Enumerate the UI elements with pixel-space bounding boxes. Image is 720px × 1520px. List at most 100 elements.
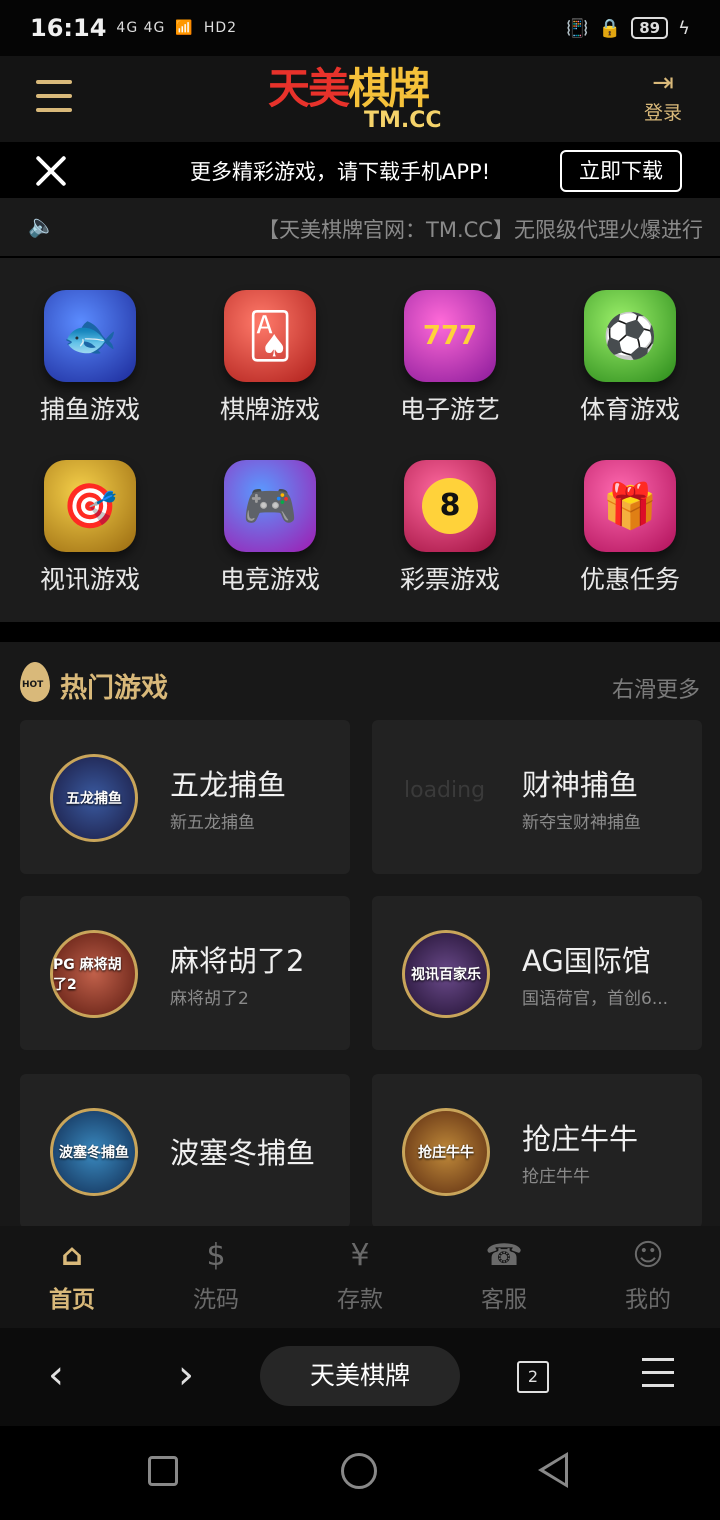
billiard-8-icon: 8: [404, 460, 496, 552]
soccer-icon: ⚽: [584, 290, 676, 382]
hot-flame-icon: HOT: [20, 662, 50, 702]
user-icon: ☺: [632, 1238, 664, 1273]
logo-domain: TM.CC: [364, 108, 442, 133]
game-thumbnail: 五龙捕鱼: [50, 754, 138, 842]
game-name: 麻将胡了2: [170, 944, 305, 978]
app-logo: 天美棋牌 TM.CC: [268, 66, 448, 134]
game-card[interactable]: 视讯百家乐 AG国际馆 国语荷官，首创6...: [372, 896, 702, 1050]
tab-profile[interactable]: ☺ 我的: [576, 1226, 720, 1328]
category-lottery[interactable]: 8 彩票游戏: [360, 428, 540, 594]
swipe-more-link[interactable]: 右滑更多: [612, 672, 700, 704]
lock-rotation-icon: 🔒: [598, 17, 622, 39]
game-thumbnail: 波塞冬捕鱼: [50, 1108, 138, 1196]
roulette-icon: 🎯: [44, 460, 136, 552]
game-card[interactable]: 波塞冬捕鱼 波塞冬捕鱼: [20, 1074, 350, 1228]
tab-label: 首页: [49, 1287, 95, 1313]
category-sports[interactable]: ⚽ 体育游戏: [540, 258, 720, 424]
tab-rebate[interactable]: $ 洗码: [144, 1226, 288, 1328]
tab-label: 存款: [337, 1287, 383, 1313]
announcement-marquee[interactable]: 🔈 【天美棋牌官网：TM.CC】无限级代理火爆进行: [0, 198, 720, 256]
dollar-circle-icon: $: [206, 1238, 226, 1273]
status-time: 16:14: [30, 14, 107, 42]
hd-indicator: HD2: [203, 20, 238, 36]
login-button[interactable]: ⇥ 登录: [638, 68, 688, 125]
tab-support[interactable]: ☎ 客服: [432, 1226, 576, 1328]
browser-menu-icon[interactable]: [642, 1358, 674, 1392]
category-label: 彩票游戏: [399, 565, 500, 594]
category-label: 电竞游戏: [219, 565, 320, 594]
home-circle-icon[interactable]: [341, 1453, 377, 1489]
download-button[interactable]: 立即下载: [560, 150, 682, 192]
game-subtitle: 新夺宝财神捕鱼: [522, 813, 641, 833]
banner-message: 更多精彩游戏，请下载手机APP!: [190, 160, 491, 184]
game-subtitle: 新五龙捕鱼: [170, 813, 255, 833]
tab-deposit[interactable]: ¥ 存款: [288, 1226, 432, 1328]
deposit-icon: ¥: [350, 1238, 370, 1273]
browser-toolbar: ‹ › 天美棋牌 2: [0, 1328, 720, 1426]
gift-icon: 🎁: [584, 460, 676, 552]
wifi-icon: 📶: [175, 20, 194, 36]
bottom-tab-bar: ⌂ 首页 $ 洗码 ¥ 存款 ☎ 客服 ☺ 我的: [0, 1226, 720, 1328]
tab-label: 客服: [481, 1287, 527, 1313]
status-bar: 16:14 4G 4G 📶 HD2 📳 🔒 89 ϟ: [0, 0, 720, 56]
network-indicator: 4G 4G: [116, 20, 166, 36]
system-navigation-bar: [0, 1426, 720, 1520]
charging-icon: ϟ: [678, 17, 690, 39]
category-esports[interactable]: 🎮 电竞游戏: [180, 428, 360, 594]
recents-icon[interactable]: [148, 1456, 178, 1486]
game-card[interactable]: loading 财神捕鱼 新夺宝财神捕鱼: [372, 720, 702, 874]
back-arrow-icon[interactable]: ‹: [48, 1350, 64, 1400]
forward-arrow-icon[interactable]: ›: [178, 1350, 194, 1400]
category-label: 体育游戏: [579, 395, 680, 424]
fish-icon: 🐟: [44, 290, 136, 382]
category-fishing[interactable]: 🐟 捕鱼游戏: [0, 258, 180, 424]
tab-label: 洗码: [193, 1287, 239, 1313]
logo-text-1: 天美: [268, 64, 350, 113]
category-label: 捕鱼游戏: [39, 395, 140, 424]
close-icon[interactable]: [34, 154, 68, 188]
hot-games-section: HOT 热门游戏 右滑更多 五龙捕鱼 五龙捕鱼 新五龙捕鱼 loading 财神…: [0, 642, 720, 1228]
game-name: 五龙捕鱼: [170, 768, 287, 802]
system-back-icon[interactable]: [538, 1452, 568, 1488]
cards-icon: 🂡: [224, 290, 316, 382]
game-name: 抢庄牛牛: [522, 1122, 639, 1156]
category-live[interactable]: 🎯 视讯游戏: [0, 428, 180, 594]
battery-level: 89: [631, 17, 669, 39]
game-subtitle: 抢庄牛牛: [522, 1167, 590, 1187]
game-thumbnail: 抢庄牛牛: [402, 1108, 490, 1196]
category-cards[interactable]: 🂡 棋牌游戏: [180, 258, 360, 424]
hot-games-header: HOT 热门游戏 右滑更多: [20, 662, 700, 712]
category-label: 棋牌游戏: [219, 395, 320, 424]
game-subtitle: 麻将胡了2: [170, 989, 249, 1009]
game-thumbnail: 视讯百家乐: [402, 930, 490, 1018]
category-promo[interactable]: 🎁 优惠任务: [540, 428, 720, 594]
hot-games-title: 热门游戏: [60, 673, 168, 704]
login-icon: ⇥: [652, 68, 674, 98]
logo-text-2: 棋牌: [348, 64, 430, 113]
vibrate-icon: 📳: [566, 17, 589, 39]
slot-icon: 777: [404, 290, 496, 382]
game-card[interactable]: 五龙捕鱼 五龙捕鱼 新五龙捕鱼: [20, 720, 350, 874]
hamburger-menu-icon[interactable]: [36, 80, 72, 114]
support-icon: ☎: [485, 1238, 523, 1273]
game-name: AG国际馆: [522, 944, 651, 978]
game-subtitle: 国语荷官，首创6...: [522, 989, 669, 1009]
game-card[interactable]: PG 麻将胡了2 麻将胡了2 麻将胡了2: [20, 896, 350, 1050]
browser-title-pill[interactable]: 天美棋牌: [260, 1346, 460, 1406]
thumbnail-loading: loading: [404, 778, 486, 803]
tab-label: 我的: [625, 1287, 671, 1313]
download-banner: 更多精彩游戏，请下载手机APP! 立即下载: [0, 142, 720, 198]
category-slots[interactable]: 777 电子游艺: [360, 258, 540, 424]
game-card[interactable]: 抢庄牛牛 抢庄牛牛 抢庄牛牛: [372, 1074, 702, 1228]
tab-home[interactable]: ⌂ 首页: [0, 1226, 144, 1328]
game-name: 财神捕鱼: [522, 768, 639, 802]
login-label: 登录: [643, 102, 682, 124]
tab-count-button[interactable]: 2: [517, 1361, 549, 1393]
app-header: 天美棋牌 TM.CC ⇥ 登录: [0, 56, 720, 142]
category-label: 视讯游戏: [39, 565, 140, 594]
home-icon: ⌂: [61, 1238, 83, 1273]
gamepad-icon: 🎮: [224, 460, 316, 552]
speaker-icon: 🔈: [28, 214, 56, 239]
category-grid: 🐟 捕鱼游戏 🂡 棋牌游戏 777 电子游艺 ⚽ 体育游戏 🎯 视讯游戏 🎮 电…: [0, 258, 720, 622]
game-name: 波塞冬捕鱼: [170, 1136, 316, 1170]
